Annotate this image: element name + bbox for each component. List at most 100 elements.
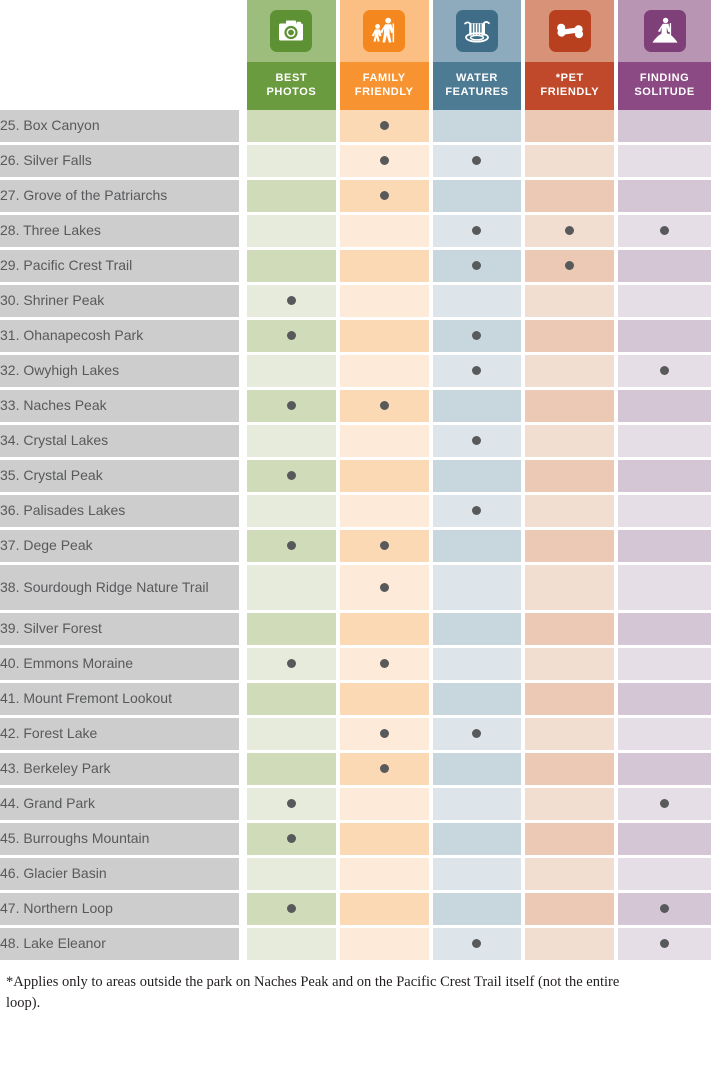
- trail-name: 41. Mount Fremont Lookout: [0, 690, 172, 707]
- feature-dot: [286, 541, 296, 550]
- table-row: 35. Crystal Peak: [0, 460, 711, 495]
- feature-cell-finding_solitude: [618, 788, 711, 823]
- feature-cell-family_friendly: [339, 823, 433, 858]
- feature-cell-best_photos: [247, 928, 340, 963]
- feature-cell-water_features: [432, 460, 526, 495]
- feature-cell-best_photos: [247, 215, 340, 250]
- column-header-family-friendly[interactable]: FAMILY FRIENDLY: [339, 62, 433, 110]
- feature-cell-finding_solitude: [618, 565, 711, 613]
- trail-name: 39. Silver Forest: [0, 620, 102, 637]
- feature-dot: [472, 156, 482, 165]
- feature-cell-finding_solitude: [618, 180, 711, 215]
- trail-name: 31. Ohanapecosh Park: [0, 327, 144, 344]
- trail-name: 33. Naches Peak: [0, 397, 107, 414]
- header-icon-row: [0, 0, 711, 62]
- feature-cell-finding_solitude: [618, 718, 711, 753]
- feature-dot: [660, 226, 670, 235]
- feature-cell-best_photos: [247, 355, 340, 390]
- feature-cell-finding_solitude: [618, 823, 711, 858]
- trail-name: 25. Box Canyon: [0, 117, 100, 134]
- feature-cell-pet_friendly: [525, 788, 619, 823]
- trail-name: 27. Grove of the Patriarchs: [0, 187, 168, 204]
- feature-dot: [660, 904, 670, 913]
- feature-dot: [379, 156, 389, 165]
- column-header-water-features[interactable]: WATER FEATURES: [432, 62, 526, 110]
- feature-dot: [565, 226, 575, 235]
- feature-dot: [660, 799, 670, 808]
- trail-name: 46. Glacier Basin: [0, 865, 107, 882]
- trail-name-cell: 32. Owyhigh Lakes: [0, 355, 247, 390]
- feature-cell-finding_solitude: [618, 110, 711, 145]
- feature-cell-water_features: [432, 858, 526, 893]
- feature-dot: [472, 261, 482, 270]
- feature-dot: [286, 401, 296, 410]
- feature-cell-pet_friendly: [525, 425, 619, 460]
- column-header-finding-solitude[interactable]: FINDING SOLITUDE: [618, 62, 711, 110]
- header-icon-cell-4: [618, 0, 711, 62]
- feature-cell-pet_friendly: [525, 180, 619, 215]
- waterfall-icon: [455, 10, 498, 52]
- feature-cell-water_features: [432, 928, 526, 963]
- feature-cell-best_photos: [247, 390, 340, 425]
- feature-cell-best_photos: [247, 425, 340, 460]
- feature-cell-best_photos: [247, 495, 340, 530]
- table-row: 28. Three Lakes: [0, 215, 711, 250]
- feature-cell-family_friendly: [339, 460, 433, 495]
- table-row: 44. Grand Park: [0, 788, 711, 823]
- trail-name-cell: 30. Shriner Peak: [0, 285, 247, 320]
- feature-cell-family_friendly: [339, 530, 433, 565]
- trail-name-cell: 37. Dege Peak: [0, 530, 247, 565]
- trail-name: 32. Owyhigh Lakes: [0, 362, 120, 379]
- trail-name-cell: 35. Crystal Peak: [0, 460, 247, 495]
- feature-dot: [286, 834, 296, 843]
- feature-cell-family_friendly: [339, 250, 433, 285]
- feature-cell-water_features: [432, 530, 526, 565]
- feature-cell-pet_friendly: [525, 613, 619, 648]
- feature-cell-best_photos: [247, 823, 340, 858]
- table-row: 47. Northern Loop: [0, 893, 711, 928]
- feature-dot: [472, 436, 482, 445]
- feature-dot: [379, 729, 389, 738]
- feature-cell-family_friendly: [339, 648, 433, 683]
- feature-cell-water_features: [432, 495, 526, 530]
- trail-name-cell: 43. Berkeley Park: [0, 753, 247, 788]
- column-header-line2: FRIENDLY: [540, 86, 600, 98]
- feature-cell-family_friendly: [339, 495, 433, 530]
- feature-dot: [379, 541, 389, 550]
- feature-cell-water_features: [432, 788, 526, 823]
- feature-cell-finding_solitude: [618, 648, 711, 683]
- trail-name-cell: 36. Palisades Lakes: [0, 495, 247, 530]
- trail-name: 45. Burroughs Mountain: [0, 830, 150, 847]
- column-header-best-photos[interactable]: BEST PHOTOS: [247, 62, 340, 110]
- feature-cell-family_friendly: [339, 613, 433, 648]
- trail-name-cell: 33. Naches Peak: [0, 390, 247, 425]
- feature-dot: [286, 904, 296, 913]
- feature-cell-family_friendly: [339, 355, 433, 390]
- header-icon-cell-1: [339, 0, 433, 62]
- header-corner-spacer-2: [0, 62, 247, 110]
- trail-name-cell: 39. Silver Forest: [0, 613, 247, 648]
- feature-cell-pet_friendly: [525, 215, 619, 250]
- feature-cell-finding_solitude: [618, 355, 711, 390]
- feature-cell-best_photos: [247, 110, 340, 145]
- column-header-pet-friendly[interactable]: *PET FRIENDLY: [525, 62, 619, 110]
- column-header-line2: SOLITUDE: [634, 86, 695, 98]
- feature-cell-pet_friendly: [525, 390, 619, 425]
- feature-cell-water_features: [432, 355, 526, 390]
- feature-cell-finding_solitude: [618, 495, 711, 530]
- feature-cell-finding_solitude: [618, 613, 711, 648]
- trail-name-cell: 29. Pacific Crest Trail: [0, 250, 247, 285]
- feature-cell-water_features: [432, 823, 526, 858]
- feature-dot: [472, 729, 482, 738]
- trail-features-matrix: BEST PHOTOS FAMILY FRIENDLY WATER FEATUR…: [0, 0, 711, 1070]
- feature-cell-pet_friendly: [525, 320, 619, 355]
- feature-cell-best_photos: [247, 683, 340, 718]
- feature-cell-finding_solitude: [618, 285, 711, 320]
- feature-cell-family_friendly: [339, 928, 433, 963]
- feature-cell-family_friendly: [339, 320, 433, 355]
- table-row: 38. Sourdough Ridge Nature Trail: [0, 565, 711, 613]
- feature-cell-pet_friendly: [525, 355, 619, 390]
- feature-cell-best_photos: [247, 718, 340, 753]
- feature-dot: [286, 296, 296, 305]
- feature-cell-best_photos: [247, 250, 340, 285]
